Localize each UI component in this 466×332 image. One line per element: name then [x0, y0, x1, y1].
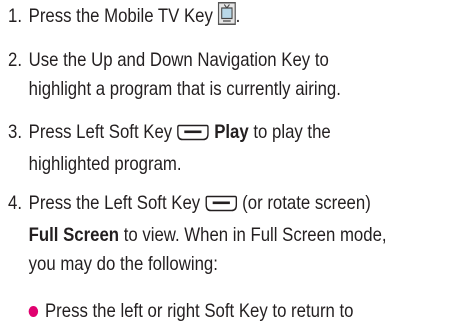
step-text-continued: you may do the following:: [28, 253, 218, 275]
step-4: 4. Press the Left Soft Key (or rotate scr…: [8, 189, 395, 279]
play-label: Play: [214, 121, 249, 143]
step-text-continued: highlighted program.: [28, 153, 182, 175]
instruction-page: 1. Press the Mobile TV Key . 2. Use the Up…: [0, 0, 466, 332]
step-text-end: (or rotate screen): [242, 192, 371, 214]
step-text-continued: to view. When in Full Screen mode,: [123, 224, 387, 246]
step-text: Press the Left Soft Key: [28, 192, 201, 214]
step-text-end: .: [235, 5, 241, 27]
mobile-tv-key-icon: [217, 2, 236, 34]
full-screen-label: Full Screen: [28, 224, 120, 246]
step-2: 2. Use the Up and Down Navigation Key to …: [8, 46, 395, 104]
step-number: 2.: [8, 49, 22, 71]
step-text: Press the Mobile TV Key: [28, 5, 213, 27]
step-text-end: to play the: [253, 121, 331, 143]
step-1: 1. Press the Mobile TV Key .: [8, 2, 395, 34]
step-number: 1.: [8, 5, 22, 27]
step-text: Press Left Soft Key: [28, 121, 173, 143]
step-text: Use the Up and Down Navigation Key to: [28, 49, 329, 71]
step-text-continued: highlight a program that is currently ai…: [28, 78, 341, 100]
left-soft-key-icon: [177, 121, 210, 150]
bullet-text: Press the left or right Soft Key to retu…: [44, 300, 354, 322]
bullet-icon: [28, 305, 39, 317]
step-number: 3.: [8, 121, 22, 143]
step-3: 3. Press Left Soft Key Play to play the h…: [8, 118, 395, 179]
step-number: 4.: [8, 192, 22, 214]
bullet-item: Press the left or right Soft Key to retu…: [8, 297, 395, 326]
left-soft-key-icon: [205, 192, 238, 221]
